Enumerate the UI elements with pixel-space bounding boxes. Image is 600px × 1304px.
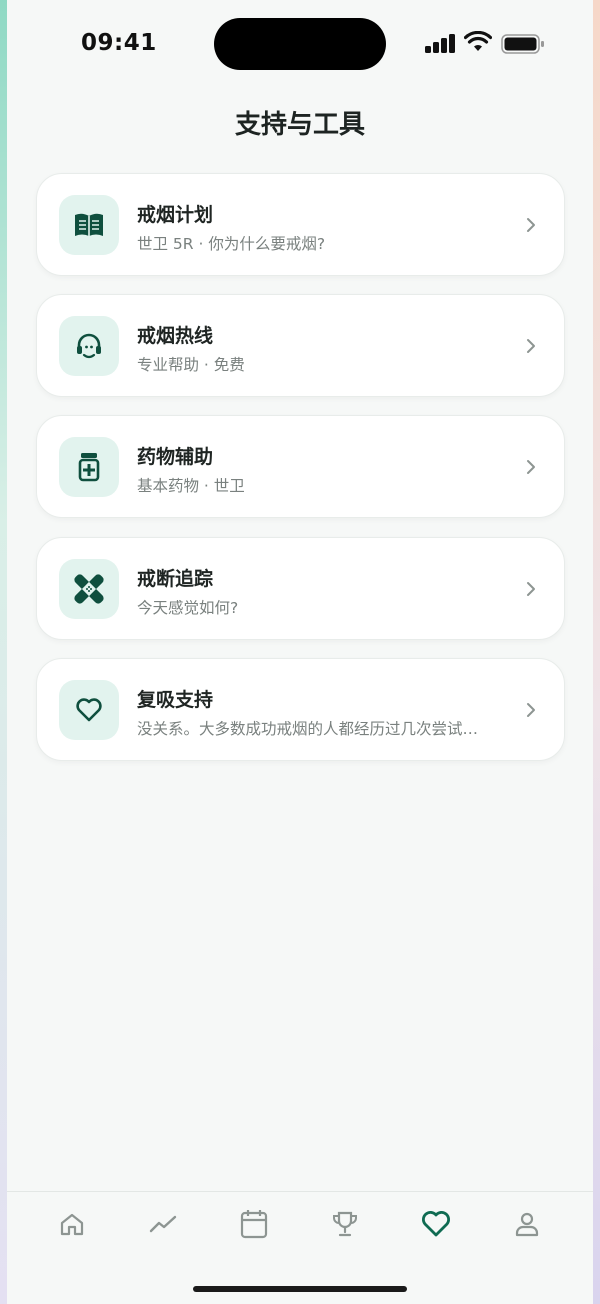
card-title: 戒烟计划 <box>137 204 214 226</box>
tab-profile[interactable] <box>507 1208 547 1240</box>
home-indicator <box>193 1286 407 1292</box>
status-bar: 09:41 <box>7 0 593 90</box>
tab-calendar[interactable] <box>234 1208 274 1240</box>
card-icon-container <box>59 437 119 497</box>
background-edge <box>593 0 600 1304</box>
battery-icon <box>501 34 544 54</box>
book-icon <box>75 213 103 236</box>
medicine-bottle-icon <box>78 453 100 482</box>
status-time: 09:41 <box>81 30 157 56</box>
tab-achievements[interactable] <box>325 1208 365 1240</box>
tab-home[interactable] <box>52 1208 92 1240</box>
trophy-icon <box>333 1211 357 1237</box>
headset-icon <box>77 333 101 359</box>
card-icon-container <box>59 559 119 619</box>
heart-icon <box>76 698 102 722</box>
card-withdrawal-tracker[interactable]: 戒断追踪 今天感觉如何? <box>36 537 565 640</box>
card-icon-container <box>59 195 119 255</box>
card-quitline[interactable]: 戒烟热线 专业帮助 · 免费 <box>36 294 565 397</box>
card-title: 药物辅助 <box>137 446 214 468</box>
calendar-icon <box>240 1210 268 1239</box>
chevron-right-icon <box>527 460 535 474</box>
card-subtitle: 世卫 5R · 你为什么要戒烟? <box>137 235 326 253</box>
tab-support[interactable] <box>416 1208 456 1240</box>
card-icon-container <box>59 316 119 376</box>
dynamic-island <box>214 18 386 70</box>
card-title: 戒烟热线 <box>137 325 214 347</box>
chevron-right-icon <box>527 582 535 596</box>
card-relapse-support[interactable]: 复吸支持 没关系。大多数成功戒烟的人都经历过几次尝试… <box>36 658 565 761</box>
card-subtitle: 专业帮助 · 免费 <box>137 356 245 374</box>
card-medication[interactable]: 药物辅助 基本药物 · 世卫 <box>36 415 565 518</box>
card-icon-container <box>59 680 119 740</box>
chevron-right-icon <box>527 339 535 353</box>
bandage-icon <box>74 574 104 604</box>
trend-icon <box>149 1215 177 1233</box>
chevron-right-icon <box>527 703 535 717</box>
cellular-signal-icon <box>425 33 457 53</box>
chevron-right-icon <box>527 218 535 232</box>
card-quit-plan[interactable]: 戒烟计划 世卫 5R · 你为什么要戒烟? <box>36 173 565 276</box>
heart-icon <box>422 1211 450 1237</box>
card-title: 复吸支持 <box>137 689 214 711</box>
card-subtitle: 没关系。大多数成功戒烟的人都经历过几次尝试… <box>137 720 479 738</box>
page-title: 支持与工具 <box>234 110 365 140</box>
phone-screen: 09:41 支持与工具 戒烟计划 世卫 5R · 你为什么要戒烟? 戒烟热线 专… <box>7 0 593 1304</box>
wifi-icon <box>464 31 492 51</box>
card-subtitle: 基本药物 · 世卫 <box>137 477 245 495</box>
card-subtitle: 今天感觉如何? <box>137 599 239 617</box>
card-title: 戒断追踪 <box>137 568 214 590</box>
profile-icon <box>515 1212 539 1237</box>
home-icon <box>60 1213 84 1236</box>
tab-progress[interactable] <box>143 1208 183 1240</box>
